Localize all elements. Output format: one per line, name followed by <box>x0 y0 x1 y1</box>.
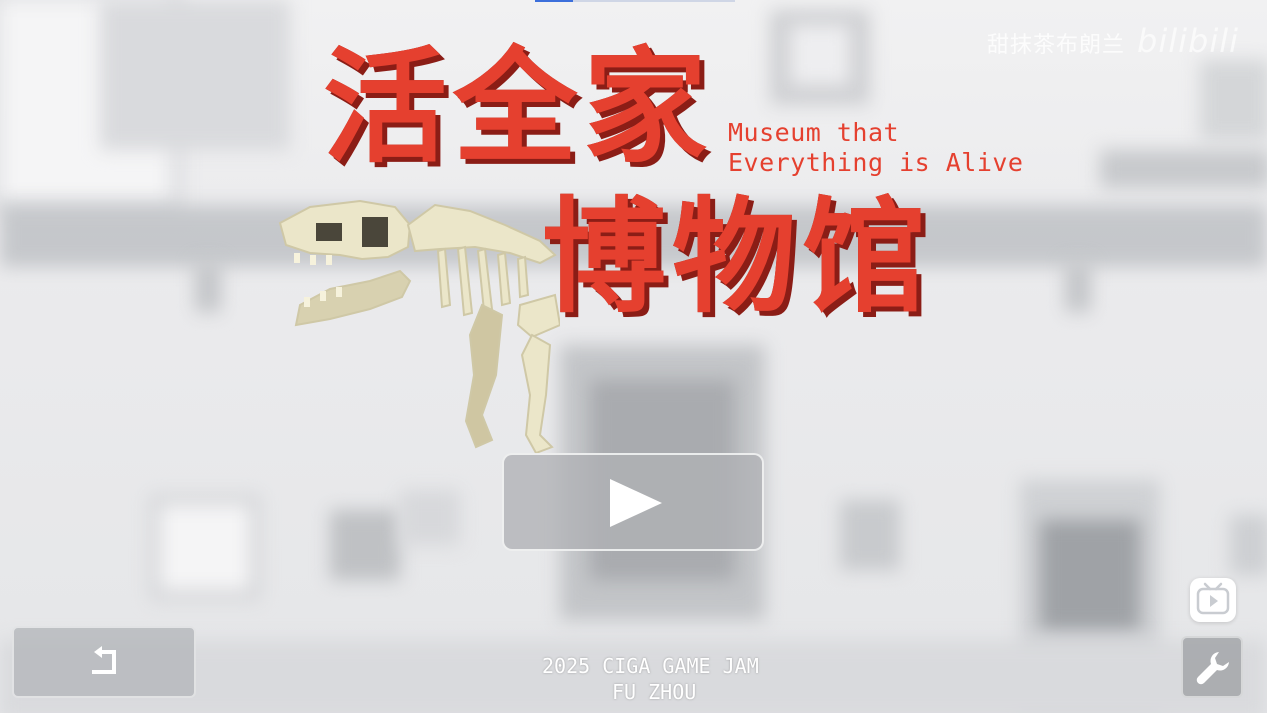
subtitle-line2: Everything is Alive <box>728 148 1024 177</box>
watermark: 甜抹茶布朗兰 bilibili <box>987 22 1239 60</box>
jam-credit: 2025 CIGA GAME JAM FU ZHOU <box>542 653 772 705</box>
credit-line2: FU ZHOU <box>612 680 697 704</box>
dinosaur-skeleton-icon <box>278 199 560 455</box>
watermark-text: 甜抹茶布朗兰 <box>987 33 1126 58</box>
subtitle-line1: Museum that <box>728 118 900 147</box>
game-title-line2: 博物馆 <box>542 186 933 330</box>
watermark-logo: bilibili <box>1137 22 1239 60</box>
bilibili-tv-button[interactable] <box>1190 578 1236 622</box>
game-subtitle: Museum that Everything is Alive <box>728 118 1023 178</box>
settings-button[interactable] <box>1181 636 1243 698</box>
bilibili-tv-icon <box>1196 582 1230 615</box>
back-button[interactable] <box>12 626 196 698</box>
wrench-icon <box>1196 652 1229 685</box>
return-arrow-icon <box>92 646 116 674</box>
game-title-line1: 活全家 <box>323 36 714 180</box>
play-button[interactable] <box>502 453 764 551</box>
video-progress-fill <box>535 0 573 2</box>
credit-line1: 2025 CIGA GAME JAM <box>542 654 759 678</box>
play-icon <box>610 479 662 527</box>
